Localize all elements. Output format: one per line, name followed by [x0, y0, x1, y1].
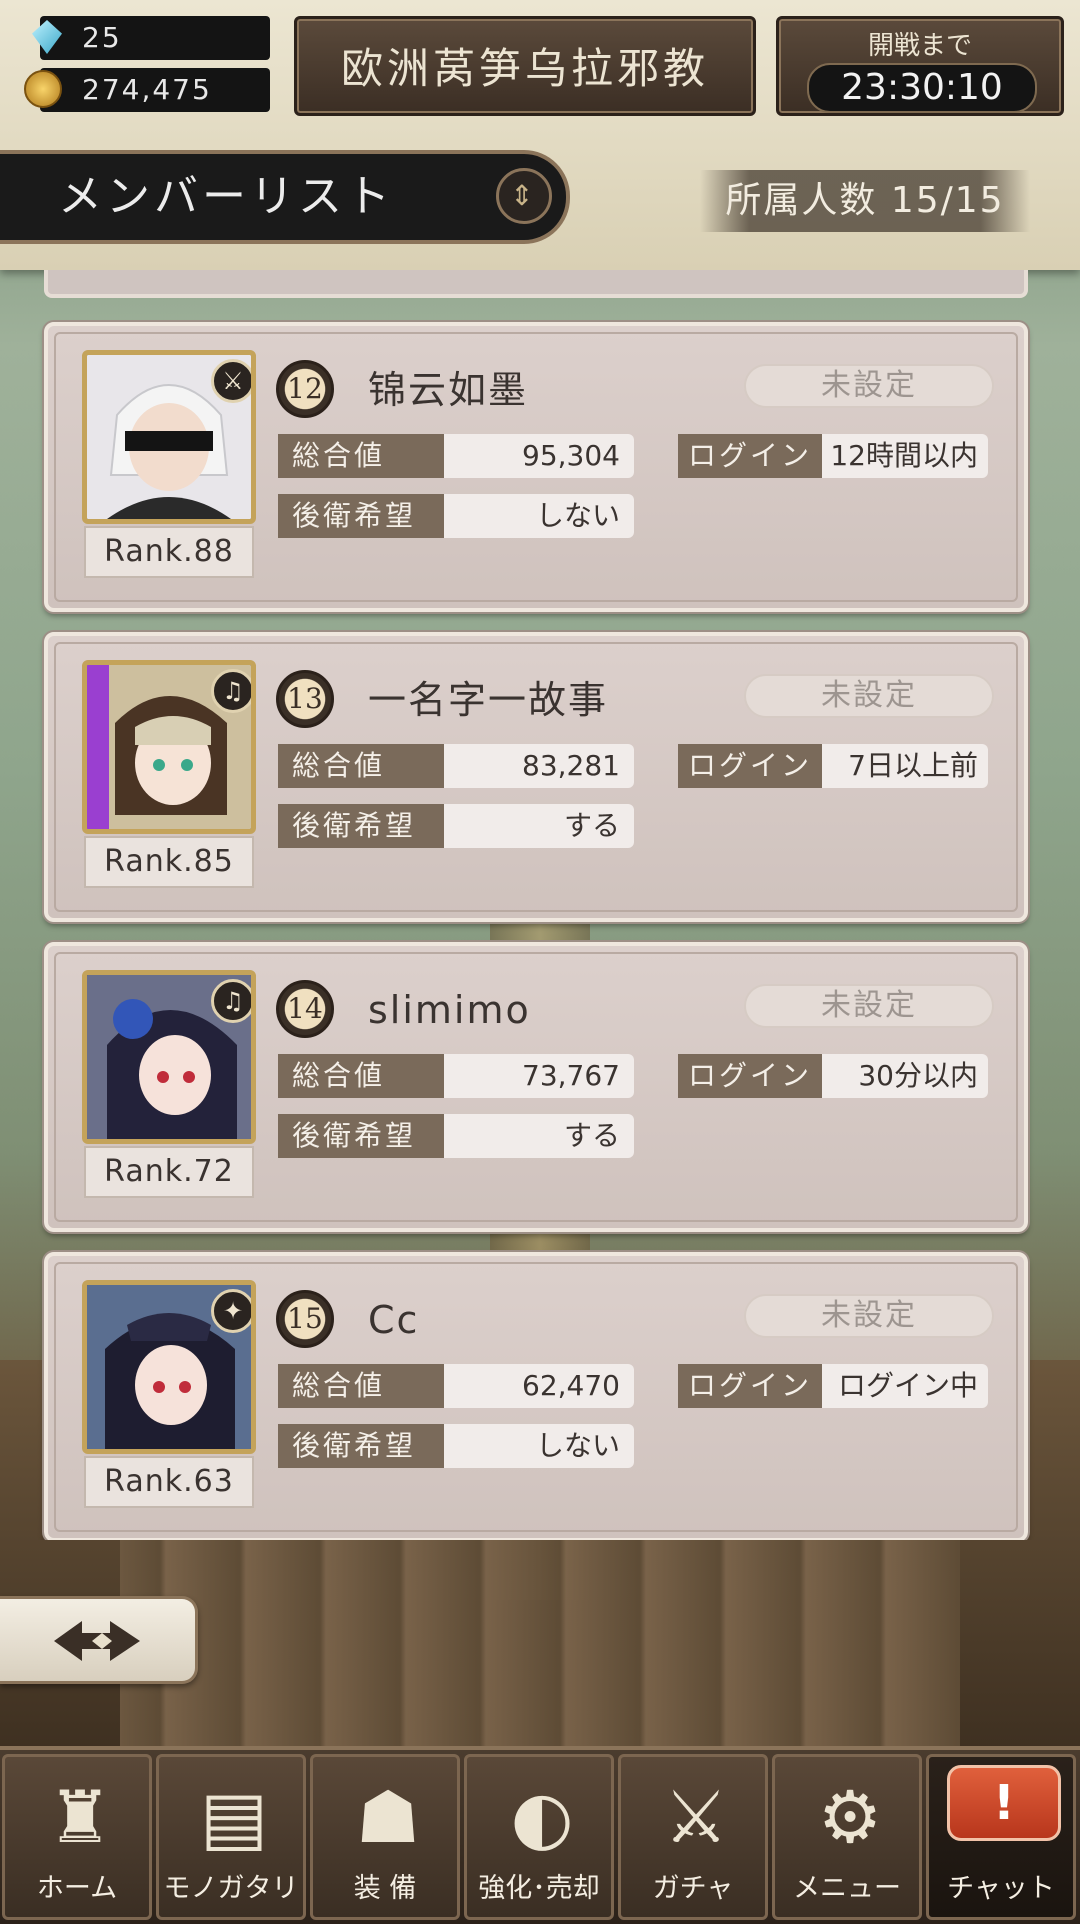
player-rank: Rank.63	[84, 1456, 254, 1508]
battle-countdown: 23:30:10	[807, 63, 1037, 113]
total-value: 95,304	[444, 434, 634, 478]
nav-enhance[interactable]: ◐ 強化･売却	[464, 1754, 614, 1920]
login-value: ログイン中	[822, 1364, 988, 1408]
book-icon: ▤	[199, 1775, 269, 1859]
login-value: 30分以内	[822, 1054, 988, 1098]
rear-value: しない	[444, 494, 634, 538]
chat-alert-icon: !	[947, 1765, 1061, 1841]
member-card[interactable]: ⚔ Rank.88 12 锦云如墨 未設定 総合値 95,304 ログイン 12…	[44, 322, 1028, 612]
member-card[interactable]: ♫ Rank.72 14 slimimo 未設定 総合値 73,767 ログイン…	[44, 942, 1028, 1232]
member-card[interactable]: ♫ Rank.85 13 一名字一故事 未設定 総合値 83,281 ログイン …	[44, 632, 1028, 922]
coin-icon	[24, 70, 62, 108]
nav-home[interactable]: ♜ ホーム	[2, 1754, 152, 1920]
player-rank: Rank.72	[84, 1146, 254, 1198]
gem-icon	[32, 20, 62, 54]
total-label: 総合値	[278, 1364, 444, 1408]
crossed-swords-icon: ⚔	[663, 1775, 729, 1859]
back-arrow-icon	[54, 1621, 140, 1661]
nav-equip[interactable]: ☗ 装 備	[310, 1754, 460, 1920]
total-value: 73,767	[444, 1054, 634, 1098]
puppet-icon: ☗	[355, 1775, 421, 1859]
total-label: 総合値	[278, 434, 444, 478]
login-label: ログイン	[678, 1054, 822, 1098]
guild-name-button[interactable]: 欧洲莴笋乌拉邪教	[294, 16, 756, 116]
bottom-navigation: ♜ ホーム ▤ モノガタリ ☗ 装 備 ◐ 強化･売却 ⚔ ガチャ ⚙ メニュー…	[0, 1746, 1080, 1924]
member-list-title: メンバーリスト ⇕	[0, 150, 570, 244]
battle-label: 開戦まで	[867, 31, 972, 61]
avatar[interactable]: ♫	[82, 660, 256, 834]
total-value: 62,470	[444, 1364, 634, 1408]
rear-value: しない	[444, 1424, 634, 1468]
nav-chat[interactable]: ! チャット	[926, 1754, 1076, 1920]
role-status: 未設定	[744, 364, 994, 408]
nav-home-label: ホーム	[36, 1873, 118, 1904]
gold-amount: 274,475	[82, 73, 212, 106]
role-status: 未設定	[744, 984, 994, 1028]
avatar[interactable]: ⚔	[82, 350, 256, 524]
member-name: slimimo	[368, 988, 531, 1032]
mask-icon: ◐	[510, 1775, 574, 1859]
total-label: 総合値	[278, 1054, 444, 1098]
battle-timer: 開戦まで 23:30:10	[776, 16, 1064, 116]
gold-counter: 274,475	[24, 68, 270, 112]
member-name: 锦云如墨	[368, 368, 529, 412]
avatar[interactable]: ♫	[82, 970, 256, 1144]
rear-value: する	[444, 804, 634, 848]
total-label: 総合値	[278, 744, 444, 788]
member-count: 所属人数 15/15	[700, 170, 1030, 232]
total-value: 83,281	[444, 744, 634, 788]
nav-story-label: モノガタリ	[163, 1873, 299, 1904]
sword-icon: ⚔	[211, 359, 251, 403]
member-name: Cc	[368, 1298, 420, 1342]
nav-gacha[interactable]: ⚔ ガチャ	[618, 1754, 768, 1920]
gear-icon: ⚙	[817, 1775, 883, 1859]
nav-menu[interactable]: ⚙ メニュー	[772, 1754, 922, 1920]
sort-toggle-icon[interactable]: ⇕	[496, 168, 552, 224]
header: 25 274,475 欧洲莴笋乌拉邪教 開戦まで 23:30:10 メンバーリス…	[0, 0, 1080, 270]
back-button[interactable]	[0, 1596, 198, 1684]
role-status: 未設定	[744, 674, 994, 718]
login-label: ログイン	[678, 434, 822, 478]
guild-position-badge: 15	[276, 1290, 334, 1348]
login-value: 7日以上前	[822, 744, 988, 788]
nav-menu-label: メニュー	[793, 1873, 901, 1904]
member-card[interactable]: ✦ Rank.63 15 Cc 未設定 総合値 62,470 ログイン ログイン…	[44, 1252, 1028, 1540]
guild-position-badge: 12	[276, 360, 334, 418]
player-rank: Rank.88	[84, 526, 254, 578]
rear-label: 後衛希望	[278, 494, 444, 538]
role-status: 未設定	[744, 1294, 994, 1338]
gem-amount: 25	[82, 21, 122, 54]
rear-label: 後衛希望	[278, 1424, 444, 1468]
rear-label: 後衛希望	[278, 1114, 444, 1158]
player-rank: Rank.85	[84, 836, 254, 888]
harp-icon: ♫	[211, 669, 251, 713]
login-label: ログイン	[678, 1364, 822, 1408]
previous-card-stub	[44, 270, 1028, 298]
member-list-label: メンバーリスト	[58, 171, 394, 222]
login-label: ログイン	[678, 744, 822, 788]
login-value: 12時間以内	[822, 434, 988, 478]
member-list[interactable]: ⚔ Rank.88 12 锦云如墨 未設定 総合値 95,304 ログイン 12…	[0, 270, 1080, 1540]
nav-equip-label: 装 備	[353, 1873, 417, 1904]
nav-story[interactable]: ▤ モノガタリ	[156, 1754, 306, 1920]
castle-icon: ♜	[47, 1775, 113, 1859]
nav-enhance-label: 強化･売却	[478, 1873, 600, 1904]
guild-position-badge: 13	[276, 670, 334, 728]
nav-gacha-label: ガチャ	[652, 1873, 734, 1904]
rear-label: 後衛希望	[278, 804, 444, 848]
avatar[interactable]: ✦	[82, 1280, 256, 1454]
harp-icon: ♫	[211, 979, 251, 1023]
nav-chat-label: チャット	[947, 1873, 1055, 1904]
staff-icon: ✦	[211, 1289, 251, 1333]
gem-counter: 25	[32, 16, 270, 60]
guild-position-badge: 14	[276, 980, 334, 1038]
member-name: 一名字一故事	[368, 678, 609, 722]
rear-value: する	[444, 1114, 634, 1158]
